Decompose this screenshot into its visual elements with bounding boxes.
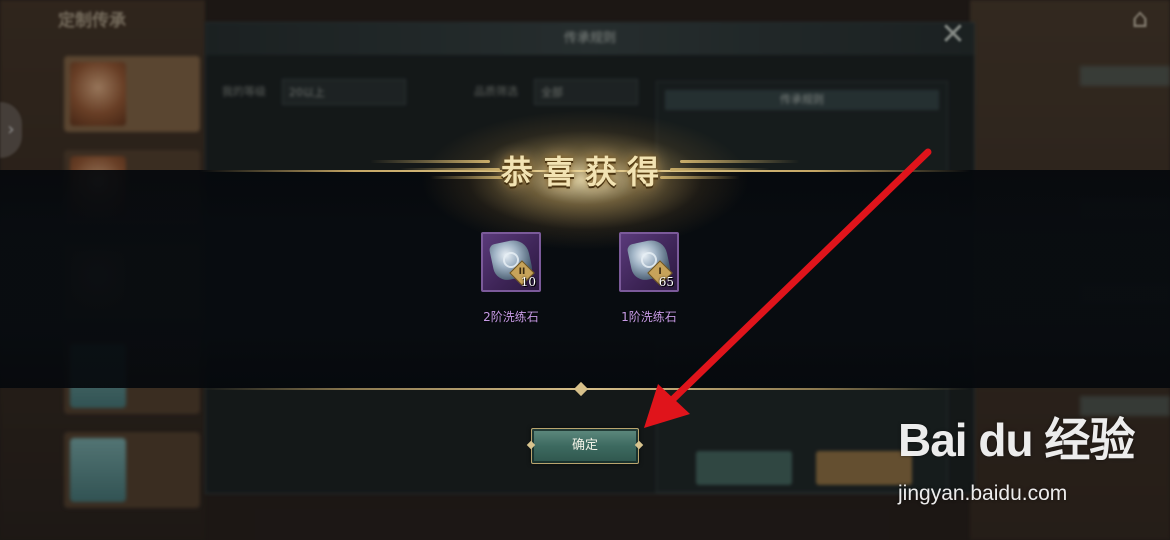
reward-title: 恭喜获得 xyxy=(500,153,669,191)
item-name: 2阶洗练石 xyxy=(483,310,539,324)
watermark-url: jingyan.baidu.com xyxy=(898,482,1068,505)
watermark-brand: Bai du 经验 xyxy=(898,414,1135,466)
reward-item[interactable]: II 10 2阶洗练石 xyxy=(471,232,551,332)
item-tile[interactable]: II 10 xyxy=(481,232,541,292)
baidu-watermark: Bai du 经验 jingyan.baidu.com xyxy=(898,404,1164,516)
item-name: 1阶洗练石 xyxy=(621,310,677,324)
reward-item[interactable]: I 65 1阶洗练石 xyxy=(609,232,689,332)
item-tile[interactable]: I 65 xyxy=(619,232,679,292)
item-count: 65 xyxy=(658,275,674,289)
item-count: 10 xyxy=(520,275,536,289)
confirm-button[interactable]: 确定 xyxy=(531,428,639,464)
